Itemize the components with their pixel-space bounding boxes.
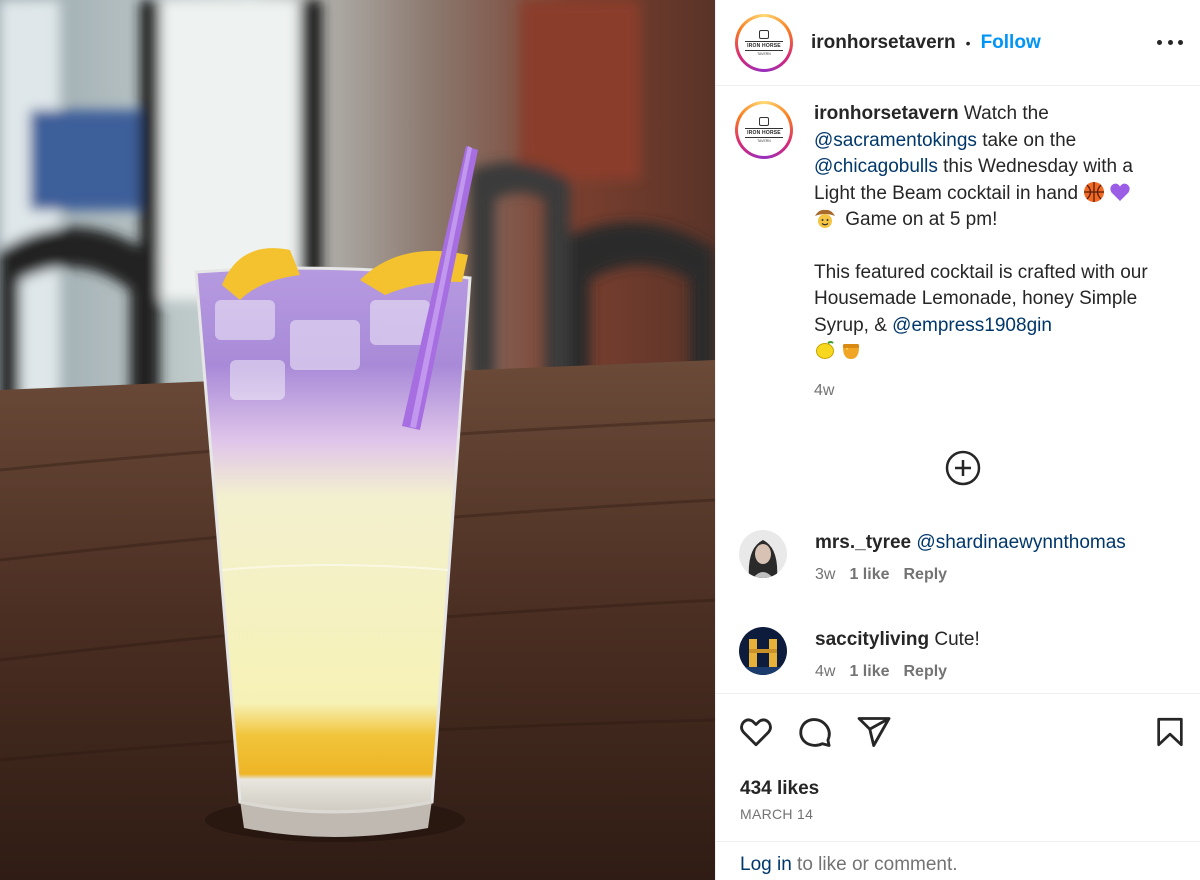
caption-segment: Game on at 5 pm! — [840, 209, 998, 230]
author-username[interactable]: ironhorsetavern — [811, 32, 956, 54]
header-separator: • — [965, 34, 971, 51]
mention-link[interactable]: @sacramentokings — [814, 130, 977, 151]
post-panel: IRON HORSE TAVERN ironhorsetavern • Foll… — [715, 0, 1200, 880]
author-avatar[interactable]: IRON HORSE TAVERN — [735, 13, 793, 72]
commenter-avatar[interactable] — [739, 530, 787, 578]
share-icon[interactable] — [856, 714, 892, 750]
comment-timestamp[interactable]: 4w — [815, 663, 835, 681]
purple-heart-emoji — [1110, 183, 1130, 201]
honey-pot-emoji — [843, 344, 859, 359]
follow-button[interactable]: Follow — [981, 32, 1041, 54]
caption-segment: Watch the — [958, 103, 1049, 124]
post-date[interactable]: MARCH 14 — [740, 806, 813, 822]
caption-timestamp[interactable]: 4w — [814, 378, 1174, 405]
basketball-emoji — [1084, 181, 1105, 202]
comment-likes[interactable]: 1 like — [849, 663, 889, 681]
comment-item: saccityliving Cute! 4w 1 like Reply — [739, 627, 980, 681]
iron-horse-logo: IRON HORSE TAVERN — [741, 107, 787, 153]
caption-username[interactable]: ironhorsetavern — [814, 103, 959, 124]
caption-segment: take on the — [976, 129, 1077, 151]
post-photo[interactable] — [0, 0, 715, 880]
bookmark-icon[interactable] — [1153, 714, 1187, 750]
cocktail-photo — [0, 0, 715, 880]
login-prompt: Log in to like or comment. — [716, 841, 1200, 880]
load-more-plus-icon[interactable] — [945, 450, 981, 486]
more-options-icon[interactable] — [1157, 32, 1183, 52]
comment-item: mrs._tyree @shardinaewynnthomas 3w 1 lik… — [739, 530, 1126, 584]
commenter-avatar[interactable] — [739, 627, 787, 675]
caption-avatar[interactable]: IRON HORSE TAVERN — [735, 101, 793, 159]
post-header: IRON HORSE TAVERN ironhorsetavern • Foll… — [716, 0, 1200, 86]
comment-icon[interactable] — [797, 714, 833, 750]
login-prompt-text: to like or comment. — [791, 854, 958, 875]
iron-horse-logo: IRON HORSE TAVERN — [741, 19, 787, 66]
caption: IRON HORSE TAVERN ironhorsetavern Watch … — [735, 101, 1174, 404]
commenter-username[interactable]: mrs._tyree — [815, 532, 911, 553]
reply-button[interactable]: Reply — [903, 663, 947, 681]
commenter-username[interactable]: saccityliving — [815, 629, 929, 650]
comment-likes[interactable]: 1 like — [849, 566, 889, 584]
lemon-emoji — [816, 341, 834, 359]
reply-button[interactable]: Reply — [903, 566, 947, 584]
comments-section[interactable]: IRON HORSE TAVERN ironhorsetavern Watch … — [716, 87, 1200, 693]
likes-count[interactable]: 434 likes — [740, 778, 819, 800]
login-link[interactable]: Log in — [740, 854, 792, 875]
cowboy-emoji — [815, 209, 835, 228]
comment-timestamp[interactable]: 3w — [815, 566, 835, 584]
caption-text: ironhorsetavern Watch the @sacramentokin… — [814, 101, 1174, 404]
action-bar: 434 likes MARCH 14 Log in to like or com… — [716, 693, 1200, 880]
mention-link[interactable]: @shardinaewynnthomas — [916, 532, 1125, 553]
heart-icon[interactable] — [738, 714, 774, 750]
mention-link[interactable]: @chicagobulls — [814, 156, 938, 177]
mention-link[interactable]: @empress1908gin — [892, 315, 1052, 336]
comment-text: Cute! — [929, 629, 980, 650]
